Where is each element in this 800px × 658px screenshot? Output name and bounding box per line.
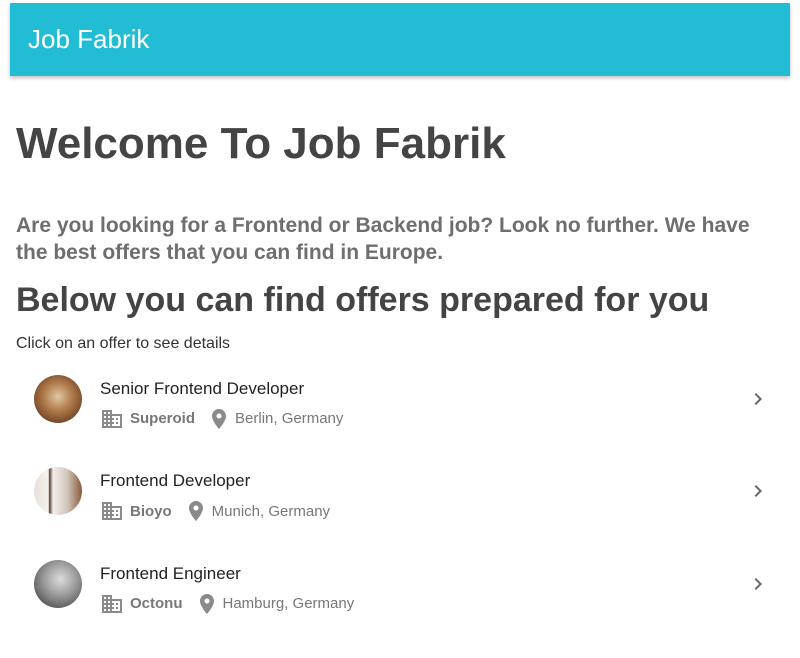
offer-avatar (34, 374, 82, 423)
offer-text: Frontend Developer Bioyo Munich, Germany (100, 471, 330, 523)
offer-list: Senior Frontend Developer Superoid Berli… (16, 374, 786, 653)
offer-company: Superoid (130, 410, 196, 428)
offer-meta: Superoid Berlin, Germany (100, 407, 343, 431)
page-title: Welcome To Job Fabrik (16, 119, 506, 168)
offer-location: Munich, Germany (211, 502, 331, 520)
main-content: Welcome To Job Fabrik Are you looking fo… (16, 110, 786, 652)
intro-text: Are you looking for a Frontend or Backen… (16, 213, 750, 264)
offer-text: Senior Frontend Developer Superoid Berli… (100, 379, 343, 431)
domain-icon (100, 592, 124, 616)
app-toolbar: Job Fabrik (10, 3, 790, 76)
chevron-right-icon[interactable] (746, 572, 770, 596)
place-icon (207, 407, 231, 431)
chevron-right-icon[interactable] (746, 387, 770, 411)
offer-avatar (34, 559, 82, 608)
offer-avatar (34, 467, 82, 516)
offer-company: Bioyo (130, 502, 172, 520)
offer-title: Senior Frontend Developer (100, 378, 305, 398)
place-icon (195, 592, 219, 616)
app-title: Job Fabrik (28, 24, 150, 54)
offer-item[interactable]: Frontend Engineer Octonu Hamburg, German… (16, 559, 786, 653)
offer-meta: Octonu Hamburg, Germany (100, 592, 354, 616)
place-icon (184, 499, 208, 523)
offers-heading: Below you can find offers prepared for y… (16, 280, 710, 319)
offer-item[interactable]: Frontend Developer Bioyo Munich, Germany (16, 467, 786, 560)
offer-item[interactable]: Senior Frontend Developer Superoid Berli… (16, 374, 786, 468)
domain-icon (100, 499, 124, 523)
offer-title: Frontend Engineer (100, 563, 241, 583)
offer-location: Berlin, Germany (235, 410, 344, 428)
offer-company: Octonu (130, 595, 183, 613)
domain-icon (100, 407, 124, 431)
chevron-right-icon[interactable] (746, 479, 770, 503)
offer-location: Hamburg, Germany (222, 595, 355, 613)
offer-title: Frontend Developer (100, 471, 251, 491)
offer-meta: Bioyo Munich, Germany (100, 499, 330, 523)
offers-hint: Click on an offer to see details (16, 334, 231, 352)
offer-text: Frontend Engineer Octonu Hamburg, German… (100, 564, 354, 616)
